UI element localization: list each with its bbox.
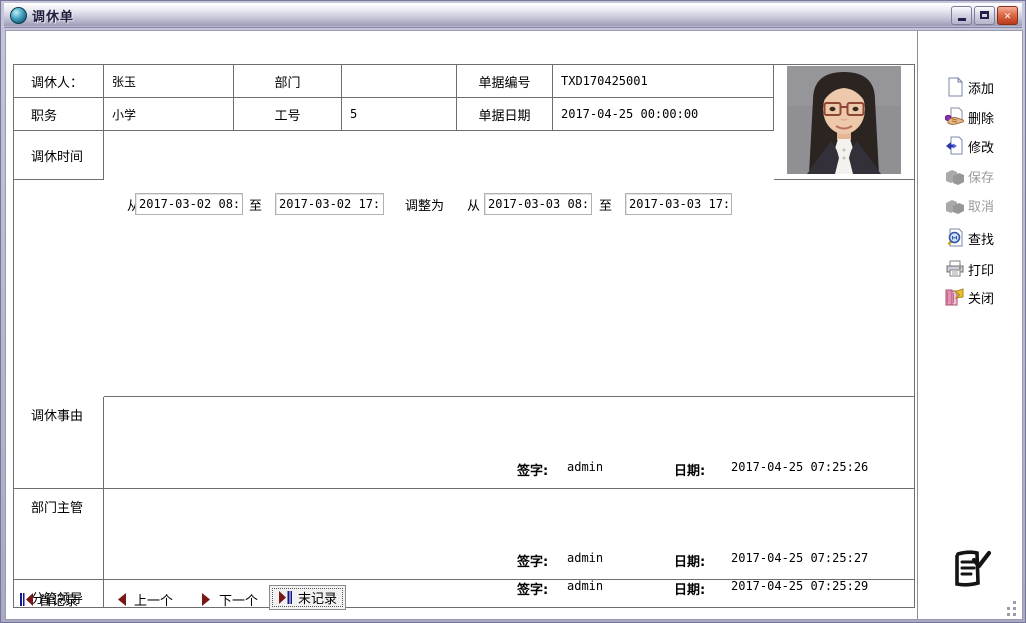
date-value: 2017-04-25 07:25:26 — [731, 460, 869, 474]
cancel-disabled-icon — [945, 195, 965, 215]
cancel-button-label: 取消 — [968, 199, 995, 215]
emp-no-value: 5 — [342, 98, 457, 131]
dept-head-label: 部门主管 — [14, 489, 104, 580]
person-label: 调休人： — [14, 65, 104, 98]
last-record-button[interactable]: 末记录 — [269, 585, 347, 610]
modify-arrow-icon — [945, 136, 965, 156]
dept-value — [342, 65, 457, 98]
add-button[interactable]: 添加 — [945, 75, 1017, 99]
title-bar: 调休单 ✕ — [4, 3, 1022, 28]
adjust-to-label: 调整为 — [405, 199, 445, 214]
sign-label: 签字: — [517, 555, 549, 570]
reason-cell: 签字: admin 日期: 2017-04-25 07:25:26 — [104, 397, 914, 489]
leave-form-table: 调休人： 张玉 部门 单据编号 TXD170425001 职务 小学 工号 5 … — [13, 64, 915, 608]
emp-no-label: 工号 — [234, 98, 342, 131]
position-value: 小学 — [104, 98, 234, 131]
to-datetime-input-1[interactable] — [275, 193, 384, 215]
to-datetime-input-2[interactable] — [625, 193, 732, 215]
reason-sign-row: 签字: admin 日期: 2017-04-25 07:25:26 — [104, 460, 914, 479]
sign-label: 签字: — [517, 464, 549, 479]
maximize-button[interactable] — [974, 6, 995, 25]
add-document-icon — [945, 76, 965, 97]
time-row-label: 调休时间 — [14, 131, 104, 180]
next-record-label: 下一个 — [219, 593, 259, 609]
close-icon: ✕ — [1004, 9, 1011, 22]
sign-name: admin — [567, 551, 604, 565]
from-datetime-input-2[interactable] — [484, 193, 592, 215]
save-disabled-icon — [945, 166, 965, 186]
save-button-label: 保存 — [968, 170, 995, 186]
date-label: 日期: — [674, 464, 706, 479]
employee-photo — [774, 65, 914, 180]
app-window: 调休单 ✕ 调休人： 张玉 部门 单据编号 TXD170425001 职务 小学… — [0, 0, 1026, 623]
date-label: 日期: — [674, 583, 706, 598]
to-label-1: 至 — [249, 199, 263, 214]
print-button-label: 打印 — [968, 263, 995, 279]
sign-name: admin — [567, 580, 604, 593]
reason-label: 调休事由 — [14, 397, 104, 489]
doc-no-value: TXD170425001 — [553, 65, 774, 98]
doc-no-label: 单据编号 — [457, 65, 553, 98]
sign-label: 签字: — [517, 583, 549, 598]
sign-name: admin — [567, 460, 604, 474]
from-datetime-input-1[interactable] — [135, 193, 243, 215]
to-label-2: 至 — [599, 199, 613, 214]
first-record-button[interactable]: 首记录 — [19, 589, 78, 609]
date-value: 2017-04-25 07:25:27 — [731, 551, 869, 565]
first-record-label: 首记录 — [39, 593, 79, 609]
modify-button[interactable]: 修改 — [945, 134, 1017, 158]
position-label: 职务 — [14, 98, 104, 131]
window-title: 调休单 — [32, 9, 75, 25]
person-value: 张玉 — [104, 65, 234, 98]
delete-button[interactable]: 删除 — [944, 105, 1017, 129]
resize-grip[interactable] — [1005, 601, 1019, 617]
close-book-icon — [945, 287, 965, 307]
next-record-icon — [199, 592, 214, 606]
delete-button-label: 删除 — [968, 111, 995, 127]
app-globe-icon — [10, 6, 27, 24]
add-button-label: 添加 — [968, 81, 995, 97]
dept-label: 部门 — [234, 65, 342, 98]
doc-date-value: 2017-04-25 00:00:00 — [553, 98, 774, 131]
date-value: 2017-04-25 07:25:29 — [731, 580, 869, 593]
printer-icon — [945, 259, 965, 279]
close-button[interactable]: ✕ — [997, 6, 1018, 25]
save-button[interactable]: 保存 — [945, 164, 1017, 188]
find-magnifier-icon — [945, 228, 965, 248]
find-button-label: 查找 — [968, 232, 995, 248]
prev-record-label: 上一个 — [134, 593, 174, 609]
cancel-button[interactable]: 取消 — [945, 193, 1017, 217]
reason-text-area[interactable] — [106, 399, 912, 454]
close-form-button-label: 关闭 — [968, 291, 995, 307]
close-form-button[interactable]: 关闭 — [945, 285, 1017, 309]
prev-record-icon — [114, 592, 129, 606]
time-row-content: 从 至 调整为 从 至 — [104, 180, 914, 397]
next-record-button[interactable]: 下一个 — [199, 589, 258, 609]
delete-hand-icon — [944, 107, 965, 127]
employee-photo-image — [787, 66, 901, 174]
print-button[interactable]: 打印 — [945, 257, 1017, 281]
panel-separator — [917, 31, 918, 619]
minimize-button[interactable] — [951, 6, 972, 25]
from-label-2: 从 — [467, 199, 481, 214]
modify-button-label: 修改 — [968, 140, 995, 156]
last-record-icon — [278, 591, 293, 604]
prev-record-button[interactable]: 上一个 — [114, 589, 173, 609]
doc-date-label: 单据日期 — [457, 98, 553, 131]
notepad-check-icon — [949, 547, 993, 591]
date-label: 日期: — [674, 555, 706, 570]
dept-head-sign-row: 签字: admin 日期: 2017-04-25 07:25:27 — [104, 551, 914, 570]
dept-head-cell: 签字: admin 日期: 2017-04-25 07:25:27 — [104, 489, 914, 580]
maximize-icon — [980, 11, 989, 19]
first-record-icon — [19, 592, 34, 606]
minimize-icon — [957, 18, 966, 21]
find-button[interactable]: 查找 — [945, 226, 1017, 250]
last-record-label: 末记录 — [298, 592, 338, 607]
